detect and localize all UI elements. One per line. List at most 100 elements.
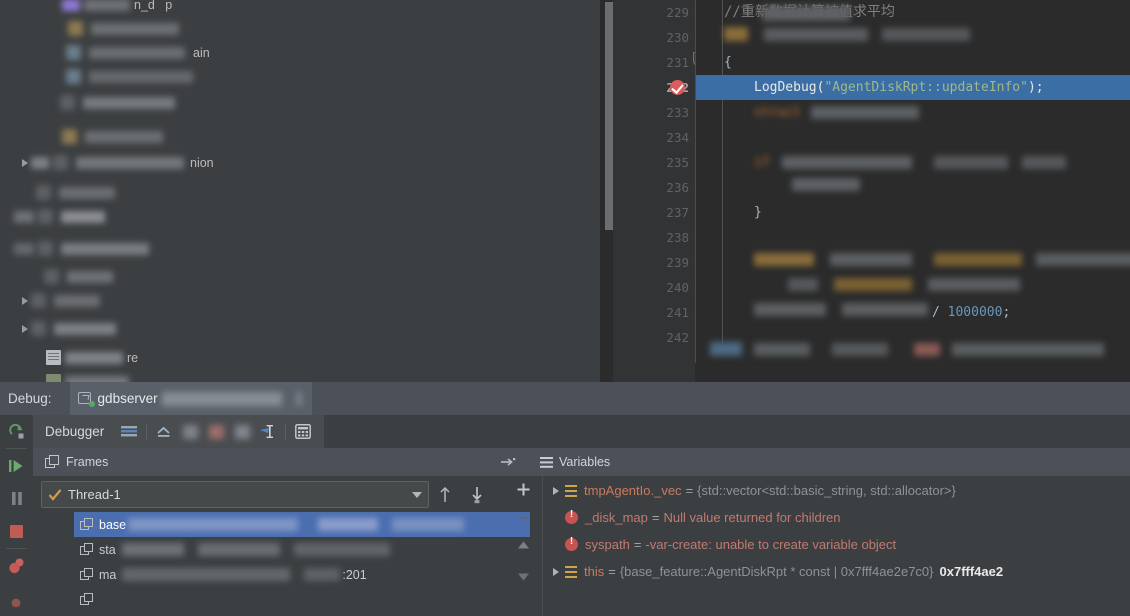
tree-item[interactable] — [22, 290, 100, 311]
tree-item[interactable] — [14, 238, 149, 259]
code-line-229[interactable]: //重新数据计算被值求平均 — [724, 0, 1130, 25]
frame-label-redacted — [128, 518, 465, 531]
tree-item[interactable]: re — [46, 347, 138, 368]
code-line-232-current[interactable]: LogDebug("AgentDiskRpt::updateInfo"); — [696, 75, 1130, 100]
editor-gutter[interactable]: 229 230 231 232 233 234 235 236 237 238 … — [613, 0, 706, 382]
stop-program-button[interactable] — [0, 515, 33, 548]
tree-item[interactable] — [14, 206, 105, 227]
code-redacted — [754, 253, 1130, 266]
frame-down-button[interactable] — [461, 481, 493, 508]
layout-settings-button[interactable] — [116, 415, 142, 448]
tree-item[interactable] — [62, 126, 163, 147]
tree-item-redacted — [65, 351, 123, 364]
frame-row[interactable]: sta — [74, 537, 549, 562]
tree-item[interactable] — [60, 92, 175, 113]
chevron-right-icon[interactable] — [22, 158, 28, 167]
tree-item[interactable]: n_d p — [62, 0, 172, 15]
code-line-241[interactable]: / 1000000; — [754, 300, 1130, 325]
frame-row-selected[interactable]: base — [74, 512, 549, 537]
tree-item[interactable]: ain — [66, 42, 210, 63]
folder-icon — [44, 269, 59, 284]
tree-item-redacted — [31, 293, 100, 308]
code-text-area[interactable]: //重新数据计算被值求平均 { — [696, 0, 1130, 363]
variable-row-error[interactable]: syspath = -var-create: unable to create … — [544, 531, 1130, 558]
scroll-up-button[interactable] — [516, 532, 530, 558]
line-number: 236 — [666, 180, 689, 195]
chevron-right-icon[interactable] — [553, 567, 559, 576]
editor-vertical-scrollbar-thumb[interactable] — [605, 2, 613, 230]
code-line-239[interactable]: 000 — [754, 250, 1130, 275]
chevron-down-icon[interactable] — [412, 491, 422, 498]
code-redacted — [792, 178, 860, 191]
pause-program-button[interactable] — [0, 482, 33, 515]
code-redacted — [754, 278, 1020, 291]
tree-item[interactable] — [22, 318, 116, 339]
evaluate-expression-button[interactable] — [290, 415, 316, 448]
tree-item[interactable] — [36, 182, 115, 203]
code-editor-pane[interactable]: 229 230 231 232 233 234 235 236 237 238 … — [600, 0, 1130, 382]
code-redacted — [710, 342, 1104, 356]
code-line-237[interactable]: } — [754, 200, 1130, 225]
chevron-right-icon[interactable] — [22, 324, 28, 333]
code-redacted — [724, 27, 970, 41]
rerun-button[interactable] — [0, 415, 33, 448]
tree-item-redacted — [66, 69, 193, 84]
error-icon — [565, 536, 578, 551]
frame-row[interactable]: ma :201 — [74, 562, 549, 587]
code-line-240[interactable]: 000 + _mo — [754, 275, 1130, 300]
settings-button[interactable] — [255, 415, 281, 448]
tree-item[interactable] — [46, 371, 129, 382]
tree-item-redacted — [36, 185, 115, 200]
line-number: 241 — [666, 305, 689, 320]
variables-panel[interactable]: tmpAgentIo._vec = {std::vector<std::basi… — [530, 476, 1130, 616]
tree-item[interactable] — [68, 18, 179, 39]
variable-name: _disk_map — [585, 510, 648, 525]
thread-dropdown[interactable]: Thread-1 — [41, 481, 429, 508]
ide-window: n_d p ain nion re 229 230 231 233 234 23… — [0, 0, 1130, 616]
breakpoints-icon — [8, 558, 23, 573]
chevron-right-icon[interactable] — [553, 486, 559, 495]
frame-up-button[interactable] — [429, 481, 461, 508]
frames-list[interactable]: base sta ma:201 — [74, 512, 549, 616]
code-keyword: struct — [754, 105, 801, 120]
tree-item-label: n_d p — [134, 0, 173, 12]
scroll-down-button[interactable] — [516, 564, 530, 590]
tree-item-label: nion — [190, 155, 214, 170]
view-breakpoints-button[interactable] — [0, 549, 33, 582]
tree-item[interactable] — [44, 266, 113, 287]
code-line-236[interactable] — [792, 175, 1130, 200]
variable-row-error[interactable]: _disk_map = Null value returned for chil… — [544, 504, 1130, 531]
folder-icon — [36, 185, 51, 200]
code-line-230[interactable] — [724, 25, 1130, 50]
debug-session-tab[interactable]: gdbserver — [69, 382, 312, 415]
editor-vertical-scrollbar-track[interactable] — [602, 0, 613, 382]
breakpoint-verified-icon[interactable] — [670, 80, 685, 95]
frame-row[interactable] — [74, 587, 549, 612]
code-line-235[interactable]: if — [754, 150, 1130, 175]
chevron-right-icon[interactable] — [22, 296, 28, 305]
redacted-toolbar-button-2[interactable] — [203, 415, 229, 448]
code-line-231[interactable]: { — [724, 50, 1130, 75]
redacted-toolbar-button-1[interactable] — [177, 415, 203, 448]
folder-icon — [60, 95, 75, 110]
resume-program-button[interactable] — [0, 449, 33, 482]
tree-item-redacted — [62, 129, 163, 144]
tree-item[interactable] — [66, 66, 193, 87]
tree-item[interactable]: nion — [22, 152, 214, 173]
tab-debugger[interactable]: Debugger — [33, 424, 116, 439]
rerun-icon — [8, 423, 23, 438]
line-number: 230 — [666, 30, 689, 45]
frames-settings-icon[interactable] — [500, 456, 516, 468]
code-line-233[interactable]: struct — [754, 100, 1130, 125]
variable-row[interactable]: tmpAgentIo._vec = {std::vector<std::basi… — [544, 477, 1130, 504]
variable-row[interactable]: this = {base_feature::AgentDiskRpt * con… — [544, 558, 1130, 585]
project-tree-pane[interactable]: n_d p ain nion re — [0, 0, 600, 382]
remove-frame-button[interactable] — [516, 504, 530, 530]
frame-label-redacted — [121, 543, 390, 556]
code-redacted: struct — [754, 100, 919, 125]
restore-layout-button[interactable] — [151, 415, 177, 448]
add-frame-button[interactable] — [516, 476, 530, 502]
redacted-toolbar-button-3[interactable] — [229, 415, 255, 448]
stack-frame-icon — [80, 542, 94, 557]
mute-breakpoints-button[interactable] — [0, 583, 33, 616]
